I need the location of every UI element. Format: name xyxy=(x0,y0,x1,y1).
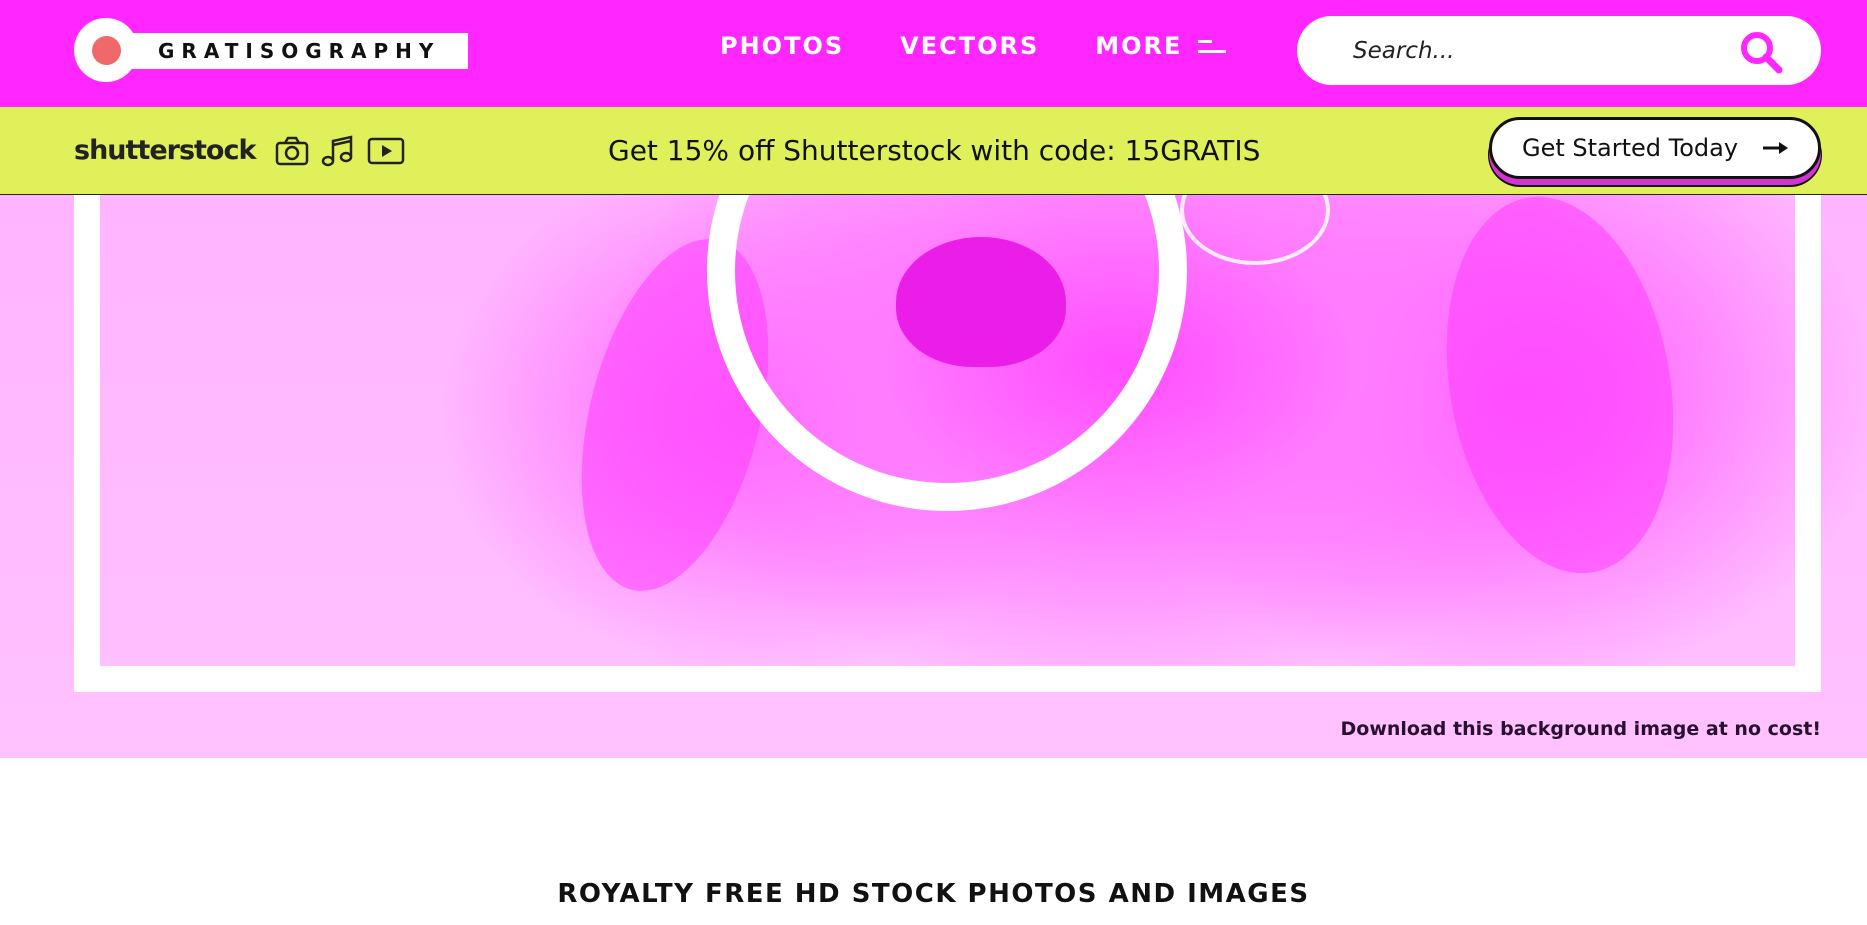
nav-vectors-link[interactable]: VECTORS xyxy=(900,32,1039,60)
main-nav: PHOTOS VECTORS MORE xyxy=(720,32,1227,60)
arrow-right-icon xyxy=(1762,140,1790,161)
nav-more-menu[interactable]: MORE xyxy=(1095,32,1227,60)
shutterstock-media-icons xyxy=(275,135,417,172)
logo-badge xyxy=(74,18,138,82)
gratisography-logo[interactable]: GRATISOGRAPHY xyxy=(74,18,468,82)
logo-wordmark-box: GRATISOGRAPHY xyxy=(106,33,468,69)
search-input[interactable] xyxy=(1353,37,1733,64)
magnifier-icon[interactable] xyxy=(1739,30,1783,74)
search-bar xyxy=(1297,16,1821,85)
video-play-icon[interactable] xyxy=(367,137,405,170)
music-note-icon[interactable] xyxy=(321,135,355,172)
section-title: ROYALTY FREE HD STOCK PHOTOS AND IMAGES xyxy=(557,879,1310,909)
promo-message: Get 15% off Shutterstock with code: 15GR… xyxy=(608,134,1261,167)
hero-download-link[interactable]: Download this background image at no cos… xyxy=(1341,718,1821,740)
camera-icon[interactable] xyxy=(275,136,309,171)
shutterstock-promo-bar: shutterstock Get 15% off Shutterstock wi… xyxy=(0,107,1867,195)
logo-wordmark: GRATISOGRAPHY xyxy=(158,39,441,63)
shutterstock-logo[interactable]: shutterstock xyxy=(74,135,256,166)
logo-dot xyxy=(92,36,121,65)
nav-more-label: MORE xyxy=(1095,32,1183,60)
top-navigation: GRATISOGRAPHY PHOTOS VECTORS MORE xyxy=(0,0,1867,107)
get-started-label: Get Started Today xyxy=(1522,134,1739,162)
get-started-button[interactable]: Get Started Today xyxy=(1489,117,1821,179)
menu-lines-icon xyxy=(1198,37,1227,55)
hero-banner: Download this background image at no cos… xyxy=(0,195,1867,758)
nav-photos-link[interactable]: PHOTOS xyxy=(720,32,844,60)
